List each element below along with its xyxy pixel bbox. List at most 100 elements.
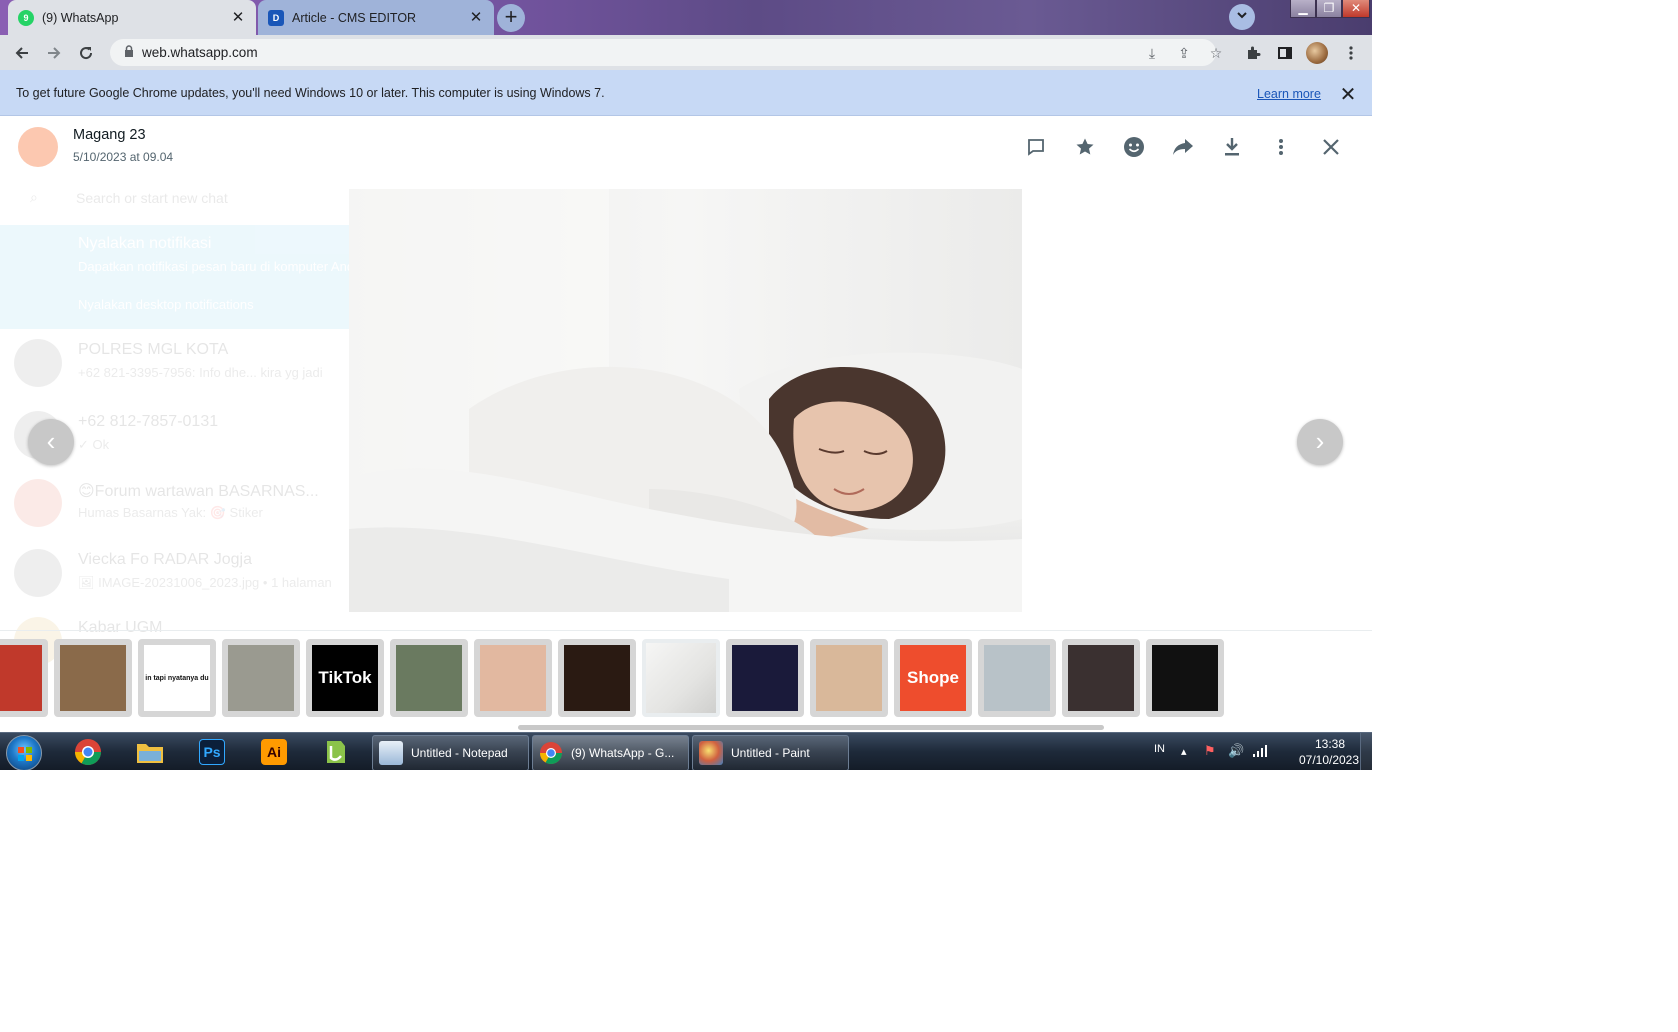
thumbnail-image — [564, 645, 630, 711]
thumb-sign[interactable] — [1146, 639, 1224, 717]
sender-name: Magang 23 — [73, 127, 146, 143]
close-tab-icon[interactable]: ✕ — [230, 9, 246, 26]
media-viewer-header: Magang 23 5/10/2023 at 09.04 — [0, 117, 1372, 187]
thumbnail-strip: in tapi nyatanya du TikTok Shope — [0, 630, 1372, 730]
notification-title: Nyalakan notifikasi — [78, 235, 212, 252]
notification-banner: Nyalakan notifikasi Dapatkan notifikasi … — [0, 225, 361, 329]
clock-date[interactable]: 07/10/2023 — [1290, 753, 1368, 767]
avatar — [14, 339, 62, 387]
close-icon[interactable] — [1318, 134, 1344, 160]
whatsapp-icon: 9 — [18, 9, 34, 26]
screen: 9 (9) WhatsApp ✕ D Article - CMS EDITOR … — [0, 0, 1372, 770]
chat-preview: ✓ Ok — [78, 437, 110, 452]
thumb-shopee[interactable]: Shope — [894, 639, 972, 717]
new-tab-button[interactable]: + — [497, 4, 525, 32]
reload-icon — [80, 46, 93, 59]
infobar-close-button[interactable]: ✕ — [1338, 82, 1358, 107]
explorer-pin[interactable] — [132, 736, 168, 768]
minimize-button[interactable]: ▁ — [1290, 0, 1316, 18]
x-icon — [1323, 139, 1339, 155]
forward-icon[interactable] — [1170, 134, 1196, 160]
tab-label: Article - CMS EDITOR — [292, 10, 417, 25]
app-pin[interactable] — [318, 736, 354, 768]
chrome-menu-button[interactable] — [1336, 35, 1366, 70]
forward-button[interactable] — [39, 35, 69, 70]
install-app-icon[interactable]: ⤓ — [1142, 43, 1162, 63]
learn-more-link[interactable]: Learn more — [1257, 87, 1321, 101]
share-arrow-icon — [1173, 139, 1193, 155]
thumb-neck[interactable] — [474, 639, 552, 717]
extensions-icon[interactable] — [1238, 35, 1268, 70]
task-label: Untitled - Paint — [731, 746, 810, 760]
thumb-people[interactable] — [54, 639, 132, 717]
thumb-crowd[interactable] — [390, 639, 468, 717]
clock-time[interactable]: 13:38 — [1300, 737, 1360, 751]
task-notepad[interactable]: Untitled - Notepad — [372, 735, 529, 770]
task-chrome[interactable]: (9) WhatsApp - G... — [532, 735, 689, 770]
share-icon[interactable]: ⇪ — [1174, 43, 1194, 63]
notepad-icon — [379, 741, 403, 765]
sender-avatar[interactable] — [18, 127, 58, 167]
language-indicator[interactable]: IN — [1154, 743, 1165, 755]
thumbnail-image — [0, 645, 42, 711]
tab-cms-editor[interactable]: D Article - CMS EDITOR ✕ — [258, 0, 494, 35]
search-icon: ⌕ — [30, 189, 38, 205]
close-tab-icon[interactable]: ✕ — [468, 9, 484, 26]
smiley-icon — [1124, 137, 1144, 157]
task-label: (9) WhatsApp - G... — [571, 746, 675, 760]
notification-link: Nyalakan desktop notifications — [78, 297, 254, 312]
thumb-poster[interactable] — [558, 639, 636, 717]
chrome-pin[interactable] — [70, 736, 106, 768]
photoshop-pin[interactable]: Ps — [194, 736, 230, 768]
emoji-icon[interactable] — [1121, 134, 1147, 160]
window-close-button[interactable]: ✕ — [1342, 0, 1370, 18]
browser-toolbar: web.whatsapp.com ⤓ ⇪ ☆ — [0, 35, 1372, 70]
thumb-bedroom[interactable] — [810, 639, 888, 717]
tab-strip: 9 (9) WhatsApp ✕ D Article - CMS EDITOR … — [0, 0, 1372, 35]
thumb-street[interactable] — [978, 639, 1056, 717]
illustrator-pin[interactable]: Ai — [256, 736, 292, 768]
thumb-event[interactable] — [726, 639, 804, 717]
windows-taskbar: Ps Ai Untitled - Notepad (9) WhatsApp - … — [0, 732, 1372, 770]
address-bar[interactable]: web.whatsapp.com ⤓ ⇪ ☆ — [110, 39, 1222, 66]
thumb-building[interactable] — [222, 639, 300, 717]
chrome-icon — [74, 739, 102, 766]
bookmark-star-icon[interactable]: ☆ — [1206, 43, 1226, 63]
thumb-tiktok[interactable]: TikTok — [306, 639, 384, 717]
maximize-button[interactable]: ❐ — [1316, 0, 1342, 18]
thumb-sleeping[interactable] — [642, 639, 720, 717]
tab-whatsapp[interactable]: 9 (9) WhatsApp ✕ — [8, 0, 256, 35]
media-image — [349, 189, 1022, 612]
next-media-button[interactable]: › — [1297, 419, 1343, 465]
url-text: web.whatsapp.com — [142, 45, 258, 60]
signal-icon[interactable] — [1252, 744, 1268, 758]
thumb-dark[interactable] — [1062, 639, 1140, 717]
list-item: Viecka Fo RADAR Jogja 🖼 IMAGE-20231006_2… — [0, 537, 350, 607]
thumb-text[interactable]: in tapi nyatanya du — [138, 639, 216, 717]
photoshop-icon: Ps — [199, 739, 225, 765]
action-center-icon[interactable]: ⚑ — [1204, 743, 1216, 759]
thumb-football[interactable] — [0, 639, 48, 717]
back-button[interactable] — [7, 35, 37, 70]
download-icon[interactable] — [1219, 134, 1245, 160]
show-desktop-button[interactable] — [1360, 733, 1372, 770]
reload-button[interactable] — [71, 35, 101, 70]
previous-media-button[interactable]: ‹ — [28, 419, 74, 465]
show-hidden-icons[interactable]: ▴ — [1181, 745, 1187, 758]
thumbnail-image — [396, 645, 462, 711]
more-icon[interactable] — [1268, 134, 1294, 160]
chat-preview: Humas Basarnas Yak: 🎯 Stiker — [78, 505, 263, 520]
thumbnail-image — [60, 645, 126, 711]
thumbnail-scrollbar[interactable] — [518, 725, 1104, 730]
tab-search-button[interactable] — [1229, 4, 1255, 30]
paint-icon — [699, 741, 723, 765]
list-item: POLRES MGL KOTA +62 821-3395-7956: Info … — [0, 327, 350, 397]
thumbnail-image — [228, 645, 294, 711]
volume-icon[interactable]: 🔊 — [1228, 743, 1244, 759]
profile-avatar[interactable] — [1306, 42, 1328, 64]
task-paint[interactable]: Untitled - Paint — [692, 735, 849, 770]
reply-icon[interactable] — [1023, 134, 1049, 160]
side-panel-icon[interactable] — [1270, 35, 1300, 70]
start-button[interactable] — [6, 735, 42, 770]
star-icon[interactable] — [1072, 134, 1098, 160]
